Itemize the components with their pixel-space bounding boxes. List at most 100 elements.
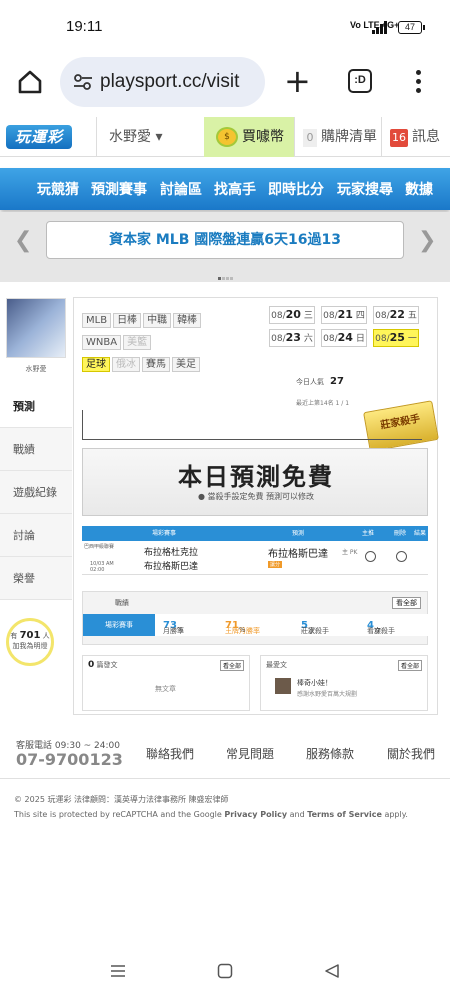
date-button-selected[interactable]: 08/25 一: [373, 329, 419, 347]
avatar[interactable]: [6, 298, 66, 358]
footer-link[interactable]: 服務條款: [306, 745, 354, 762]
nav-item[interactable]: 即時比分: [268, 179, 324, 199]
profile-name: 水野愛: [25, 365, 47, 373]
messages-button[interactable]: 16 訊息: [381, 117, 450, 157]
date-button[interactable]: 08/20 三: [269, 306, 315, 324]
signal-icon: [372, 21, 390, 34]
avatar: [275, 678, 291, 694]
messages-label: 訊息: [412, 129, 440, 145]
site-logo[interactable]: 玩運彩: [6, 125, 72, 149]
favorites-box: 最愛文 看全部 棒奇小娃！ 感謝水野愛百萬大規劃: [260, 655, 428, 711]
recaptcha-notice: This site is protected by reCAPTCHA and …: [14, 810, 408, 819]
footer-link[interactable]: 關於我們: [387, 745, 435, 762]
nav-item[interactable]: 找高手: [214, 179, 256, 199]
message-count: 16: [390, 129, 408, 147]
profile-tab[interactable]: 戰績: [0, 428, 72, 471]
date-button[interactable]: 08/24 日: [321, 329, 367, 347]
date-button[interactable]: 08/21 四: [321, 306, 367, 324]
nav-item[interactable]: 玩競猜: [37, 179, 79, 199]
bulb-count: 701: [19, 630, 41, 641]
service-phone[interactable]: 07-9700123: [16, 750, 123, 769]
system-nav-bar: [0, 945, 450, 1000]
fav-user[interactable]: 棒奇小娃！: [297, 678, 332, 688]
new-tab-icon[interactable]: +: [284, 65, 311, 97]
terms-link[interactable]: Terms of Service: [307, 810, 382, 819]
carousel-dots: [218, 265, 234, 280]
league-tag[interactable]: 賽馬: [142, 357, 170, 372]
coin-icon: $: [216, 127, 238, 147]
bulb-icon: ●: [197, 492, 205, 501]
user-name: 水野愛: [109, 129, 151, 145]
nav-item[interactable]: 預測賽事: [91, 179, 147, 199]
popularity: 今日人氣 27: [296, 376, 344, 387]
main-nav: 玩競猜 預測賽事 討論區 找高手 即時比分 玩家搜尋 數據: [0, 168, 450, 210]
address-bar[interactable]: playsport.cc/visit: [60, 57, 265, 107]
view-all-button[interactable]: 看全部: [397, 660, 422, 671]
radio-icon[interactable]: [396, 551, 407, 562]
more-menu-icon[interactable]: [416, 70, 422, 94]
free-title: 本日預測免費: [178, 463, 334, 491]
profile-tab[interactable]: 遊戲紀錄: [0, 471, 72, 514]
free-prediction-box: 本日預測免費 ● 當殺手設定免費 預測可以修改: [82, 448, 428, 516]
divider: [82, 410, 422, 440]
league-tag[interactable]: 韓棒: [173, 313, 202, 328]
footer-link[interactable]: 常見問題: [226, 745, 274, 762]
status-bar: 19:11 Vo LTE 4G+ 47: [0, 0, 450, 52]
league-tag[interactable]: 日棒: [113, 313, 142, 328]
cart-label: 購牌清單: [321, 129, 377, 145]
home-nav-icon[interactable]: [217, 963, 233, 979]
stats-box: 戰績 看全部 場彩賽事 月勝率 73 % 王牌月勝率 71 % 莊家殺手 5 次…: [82, 591, 429, 645]
date-button[interactable]: 08/22 五: [373, 306, 419, 324]
browser-toolbar: playsport.cc/visit + :D: [0, 52, 450, 114]
league-tag[interactable]: 美籃: [123, 335, 152, 350]
league-tag[interactable]: 美足: [172, 357, 200, 372]
table-row: 巴西甲級聯賽 10/03 AM 02:00 布拉格杜克拉 布拉格斯巴達 布拉格斯…: [82, 541, 428, 575]
profile-tab[interactable]: 榮譽: [0, 557, 72, 600]
chevron-down-icon: ▾: [155, 129, 163, 145]
bulb-suffix: 人: [42, 632, 50, 640]
date-button[interactable]: 08/23 六: [269, 329, 315, 347]
nav-item[interactable]: 數據: [405, 179, 433, 199]
empty-text: 無文章: [155, 685, 176, 693]
tabs-button[interactable]: :D: [348, 69, 372, 93]
banner-carousel: ❮ 資本家 MLB 國際盤連贏6天16過13 ❯: [0, 212, 450, 282]
view-all-button[interactable]: 看全部: [219, 660, 244, 671]
profile-tab[interactable]: 預測: [0, 385, 72, 428]
fav-desc: 感謝水野愛百萬大規劃: [297, 691, 358, 698]
site-settings-icon[interactable]: [72, 71, 94, 93]
footer-link[interactable]: 聯絡我們: [146, 745, 194, 762]
league-tag[interactable]: MLB: [82, 313, 112, 328]
user-dropdown[interactable]: 水野愛 ▾: [96, 117, 204, 157]
cart-count: 0: [303, 129, 317, 147]
posts-box: 0 篇發文 看全部 無文章: [82, 655, 250, 711]
buy-coin-button[interactable]: $ 買噱幣: [204, 117, 294, 157]
privacy-link[interactable]: Privacy Policy: [224, 810, 287, 819]
chevron-right-icon[interactable]: ❯: [418, 228, 436, 253]
chevron-left-icon[interactable]: ❮: [14, 228, 32, 253]
banner-link[interactable]: 資本家 MLB 國際盤連贏6天16過13: [46, 221, 404, 259]
cart-button[interactable]: 0 購牌清單: [294, 117, 380, 157]
league-tag-selected[interactable]: 足球: [82, 357, 110, 372]
radio-icon[interactable]: [365, 551, 376, 562]
main-panel: MLB 日棒 中職 韓棒 WNBA 美籃 足球 俄冰 賽馬 美足 08/20 三 08/21 …: [73, 297, 439, 715]
profile-tab[interactable]: 討論: [0, 514, 72, 557]
table-header: 場彩賽事 預測 主推 刪除 結果: [82, 526, 428, 541]
rank-text: 最近上第14名 1 / 1: [296, 400, 350, 407]
back-icon[interactable]: [324, 963, 340, 979]
bulb-prefix: 有: [10, 632, 18, 640]
site-header: 玩運彩 水野愛 ▾ $ 買噱幣 0 購牌清單 16 訊息: [0, 117, 450, 157]
nav-item[interactable]: 討論區: [160, 179, 202, 199]
nav-item[interactable]: 玩家搜尋: [337, 179, 393, 199]
url-text: playsport.cc/visit: [100, 71, 240, 92]
recent-apps-icon[interactable]: [110, 963, 126, 979]
view-all-button[interactable]: 看全部: [392, 597, 421, 609]
stats-row: 場彩賽事 月勝率 73 % 王牌月勝率 71 % 莊家殺手 5 次 看穿殺手 4…: [83, 614, 429, 636]
home-icon[interactable]: [16, 68, 44, 96]
league-tag[interactable]: 俄冰: [112, 357, 140, 372]
league-tag[interactable]: 中職: [143, 313, 172, 328]
stats-tab[interactable]: 場彩賽事: [83, 614, 155, 636]
lightbulb-follow-button[interactable]: 有 701 人 加我為明燈: [6, 618, 54, 666]
league-tag[interactable]: WNBA: [82, 335, 122, 350]
bulb-label: 加我為明燈: [12, 642, 48, 650]
free-subtitle: ● 當殺手設定免費 預測可以修改: [197, 492, 315, 501]
